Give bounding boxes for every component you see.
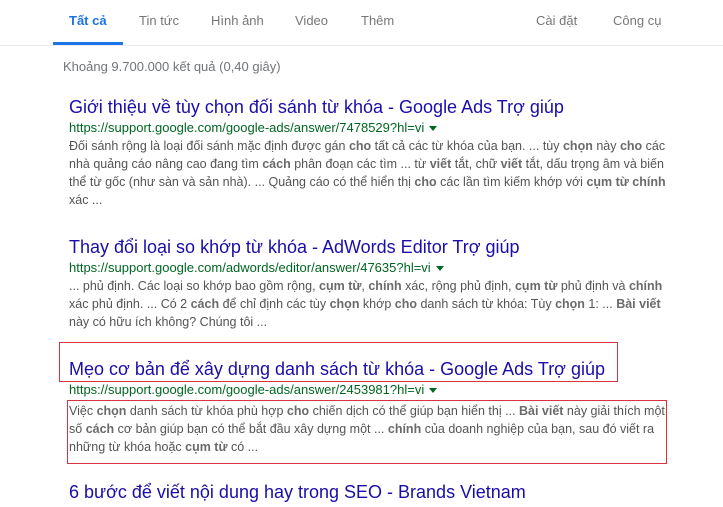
snippet-keyword: cách [190,297,220,311]
search-results-page: Tất cả Tin tức Hình ảnh Video Thêm Cài đ… [0,0,723,507]
snippet-keyword: chọn [562,139,593,153]
search-result: 6 bước để viết nội dung hay trong SEO - … [69,481,669,503]
snippet-keyword: chọn [96,404,127,418]
snippet-keyword: cụm từ [185,440,228,454]
snippet-keyword: cách [85,422,115,436]
tab-all[interactable]: Tất cả [69,13,107,28]
snippet-keyword: cho [619,139,643,153]
tab-videos[interactable]: Video [295,13,328,28]
snippet-keyword: viết [429,157,452,171]
snippet-keyword: cho [348,139,372,153]
snippet-keyword: cụm từ [514,279,558,293]
snippet-keyword: Bài viết [518,404,564,418]
url-dropdown-arrow-icon[interactable] [429,126,438,132]
tab-news[interactable]: Tin tức [139,13,179,28]
search-result: Giới thiệu về tùy chọn đối sánh từ khóa … [69,96,669,209]
snippet-keyword: viết [500,157,523,171]
result-title-link[interactable]: Mẹo cơ bản để xây dựng danh sách từ khóa… [69,358,669,380]
url-dropdown-arrow-icon[interactable] [435,266,444,272]
result-url-row: https://support.google.com/google-ads/an… [69,119,669,137]
search-tabs-bar: Tất cả Tin tức Hình ảnh Video Thêm Cài đ… [0,0,723,46]
snippet-keyword: chọn [329,297,360,311]
result-snippet: Việc chọn danh sách từ khóa phù hợp cho … [69,404,665,454]
result-url-row: https://support.google.com/adwords/edito… [69,259,669,277]
snippet-keyword: chính [628,279,663,293]
tab-settings[interactable]: Cài đặt [536,13,577,28]
result-url-row: https://support.google.com/google-ads/an… [69,381,669,399]
snippet-keyword: cụm từ [319,279,362,293]
snippet-keyword: cho [286,404,310,418]
result-url: https://support.google.com/google-ads/an… [69,120,425,135]
snippet-keyword: chính [368,279,402,293]
result-stats: Khoảng 9.700.000 kết quả (0,40 giây) [63,59,281,74]
snippet-keyword: chọn [555,297,585,311]
snippet-keyword: cho [414,175,437,189]
result-url: https://support.google.com/google-ads/an… [69,382,425,397]
tab-tools[interactable]: Công cụ [613,13,661,28]
result-title-link[interactable]: Giới thiệu về tùy chọn đối sánh từ khóa … [69,96,669,118]
snippet-keyword: Bài viết [616,297,661,311]
result-title-link[interactable]: Thay đổi loại so khớp từ khóa - AdWords … [69,236,669,258]
result-snippet: Đối sánh rộng là loại đối sánh mặc định … [69,139,666,207]
search-result: Mẹo cơ bản để xây dựng danh sách từ khóa… [69,358,669,456]
snippet-keyword: cách [262,157,291,171]
snippet-keyword: cho [394,297,417,311]
result-title-link[interactable]: 6 bước để viết nội dung hay trong SEO - … [69,481,669,503]
result-snippet: ... phủ định. Các loại so khớp bao gồm r… [69,279,663,329]
tab-images[interactable]: Hình ảnh [211,13,264,28]
result-url: https://support.google.com/adwords/edito… [69,260,431,275]
snippet-keyword: cụm từ chính [586,175,666,189]
tab-more[interactable]: Thêm [361,13,394,28]
search-result: Thay đổi loại so khớp từ khóa - AdWords … [69,236,669,331]
url-dropdown-arrow-icon[interactable] [429,388,438,394]
active-tab-indicator [53,42,123,45]
snippet-keyword: chính [387,422,422,436]
